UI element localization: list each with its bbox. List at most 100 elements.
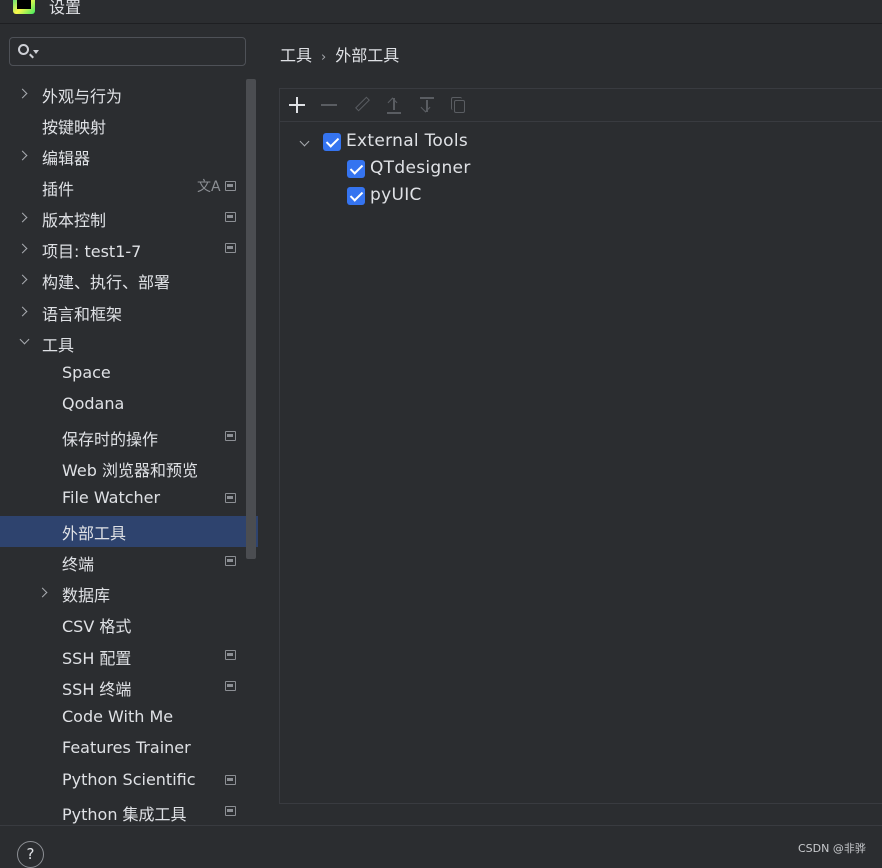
project-level-icon bbox=[225, 806, 236, 816]
breadcrumb-current: 外部工具 bbox=[335, 46, 400, 65]
add-icon[interactable] bbox=[287, 95, 307, 115]
window-title: 设置 bbox=[49, 0, 82, 17]
sidebar-item-ssh-config[interactable]: SSH 配置 bbox=[0, 641, 258, 672]
sidebar-item-external-tools[interactable]: 外部工具 bbox=[0, 516, 258, 547]
sidebar-item-actions-on-save[interactable]: 保存时的操作 bbox=[0, 422, 258, 453]
search-box[interactable] bbox=[9, 37, 246, 66]
search-input[interactable] bbox=[44, 41, 243, 63]
pyuic-checkbox[interactable] bbox=[347, 187, 365, 205]
sidebar-item-ssh-terminal[interactable]: SSH 终端 bbox=[0, 672, 258, 703]
sidebar-item-label: 数据库 bbox=[62, 586, 111, 605]
search-icon[interactable] bbox=[18, 44, 29, 55]
sidebar-item-label: 版本控制 bbox=[42, 211, 107, 230]
remove-icon[interactable] bbox=[319, 95, 339, 115]
sidebar-item-plugins[interactable]: 插件 文A bbox=[0, 172, 258, 203]
sidebar-item-label: 项目: test1-7 bbox=[42, 242, 142, 261]
project-level-icon bbox=[225, 431, 236, 441]
sidebar-item-label: 按键映射 bbox=[42, 118, 107, 137]
project-level-icon bbox=[225, 243, 236, 253]
tool-item-label: pyUIC bbox=[370, 185, 422, 205]
sidebar-item-python-integrated-tools[interactable]: Python 集成工具 bbox=[0, 797, 258, 828]
sidebar-item-label: 外部工具 bbox=[62, 524, 127, 543]
sidebar-item-appearance[interactable]: 外观与行为 bbox=[0, 79, 258, 110]
translate-icon: 文A bbox=[197, 179, 221, 195]
sidebar-item-features-trainer[interactable]: Features Trainer bbox=[0, 734, 258, 765]
chevron-down-icon[interactable] bbox=[19, 334, 30, 345]
sidebar-item-label: Code With Me bbox=[62, 707, 174, 726]
project-level-icon bbox=[225, 556, 236, 566]
chevron-right-icon[interactable] bbox=[17, 212, 28, 223]
chevron-right-icon[interactable] bbox=[17, 274, 28, 285]
sidebar-item-label: File Watcher bbox=[62, 488, 161, 507]
sidebar-item-label: 语言和框架 bbox=[42, 305, 123, 324]
sidebar-item-terminal[interactable]: 终端 bbox=[0, 547, 258, 578]
sidebar-item-python-scientific[interactable]: Python Scientific bbox=[0, 766, 258, 797]
external-tools-panel: External Tools QTdesigner pyUIC bbox=[279, 88, 882, 804]
sidebar-item-qodana[interactable]: Qodana bbox=[0, 390, 258, 421]
sidebar-item-label: Web 浏览器和预览 bbox=[62, 461, 198, 480]
bottom-bar: ? CSDN @非骅 bbox=[0, 825, 882, 868]
sidebar-item-label: 保存时的操作 bbox=[62, 430, 159, 449]
tool-group-label: External Tools bbox=[346, 131, 469, 151]
tool-item-label: QTdesigner bbox=[370, 158, 471, 178]
project-level-icon bbox=[225, 181, 236, 191]
sidebar-item-web-browsers[interactable]: Web 浏览器和预览 bbox=[0, 453, 258, 484]
chevron-right-icon[interactable] bbox=[17, 243, 28, 254]
title-bar: 设置 bbox=[0, 0, 882, 24]
breadcrumb-separator-icon: › bbox=[321, 50, 327, 65]
sidebar-item-label: 编辑器 bbox=[42, 149, 91, 168]
sidebar-item-label: Features Trainer bbox=[62, 738, 191, 757]
external-tools-checkbox[interactable] bbox=[323, 133, 341, 151]
sidebar-item-label: 构建、执行、部署 bbox=[42, 273, 171, 292]
project-level-icon bbox=[225, 493, 236, 503]
sidebar-item-editor[interactable]: 编辑器 bbox=[0, 141, 258, 172]
sidebar-item-label: 插件 bbox=[42, 180, 75, 199]
sidebar-item-label: 外观与行为 bbox=[42, 87, 123, 106]
sidebar-item-project[interactable]: 项目: test1-7 bbox=[0, 234, 258, 265]
sidebar-item-languages[interactable]: 语言和框架 bbox=[0, 297, 258, 328]
sidebar-item-keymap[interactable]: 按键映射 bbox=[0, 110, 258, 141]
search-options-chevron-icon[interactable] bbox=[33, 50, 39, 54]
sidebar-item-file-watcher[interactable]: File Watcher bbox=[0, 484, 258, 515]
project-level-icon bbox=[225, 650, 236, 660]
chevron-right-icon[interactable] bbox=[17, 88, 28, 99]
sidebar-scrollbar[interactable] bbox=[246, 79, 256, 559]
sidebar-item-label: CSV 格式 bbox=[62, 617, 132, 636]
qtdesigner-checkbox[interactable] bbox=[347, 160, 365, 178]
sidebar-item-build[interactable]: 构建、执行、部署 bbox=[0, 265, 258, 296]
settings-sidebar: 外观与行为 按键映射 编辑器 插件 文A 版本控制 项目: test1-7 构建… bbox=[0, 24, 258, 825]
watermark: CSDN @非骅 bbox=[798, 842, 866, 855]
tool-group-external-tools[interactable]: External Tools bbox=[299, 131, 601, 158]
sidebar-item-label: Space bbox=[62, 363, 111, 382]
project-level-icon bbox=[225, 212, 236, 222]
sidebar-item-label: SSH 配置 bbox=[62, 649, 132, 668]
help-button[interactable]: ? bbox=[17, 841, 44, 868]
sidebar-item-space[interactable]: Space bbox=[0, 359, 258, 390]
breadcrumb: 工具 › 外部工具 bbox=[280, 42, 399, 66]
sidebar-item-csv[interactable]: CSV 格式 bbox=[0, 609, 258, 640]
sidebar-item-label: 工具 bbox=[42, 336, 75, 355]
sidebar-item-tools[interactable]: 工具 bbox=[0, 328, 258, 359]
tools-toolbar bbox=[280, 89, 882, 122]
pycharm-logo-icon bbox=[13, 0, 35, 14]
move-up-icon[interactable] bbox=[384, 95, 404, 115]
chevron-right-icon[interactable] bbox=[37, 587, 48, 598]
tool-item-qtdesigner[interactable]: QTdesigner bbox=[301, 158, 601, 185]
sidebar-item-label: Python 集成工具 bbox=[62, 805, 187, 824]
sidebar-item-label: Python Scientific bbox=[62, 770, 196, 789]
sidebar-item-label: SSH 终端 bbox=[62, 680, 132, 699]
sidebar-item-label: 终端 bbox=[62, 555, 95, 574]
chevron-right-icon[interactable] bbox=[17, 306, 28, 317]
sidebar-item-code-with-me[interactable]: Code With Me bbox=[0, 703, 258, 734]
move-down-icon[interactable] bbox=[417, 95, 437, 115]
sidebar-item-database[interactable]: 数据库 bbox=[0, 578, 258, 609]
tool-item-pyuic[interactable]: pyUIC bbox=[301, 185, 601, 212]
project-level-icon bbox=[225, 775, 236, 785]
edit-icon[interactable] bbox=[352, 95, 372, 115]
sidebar-item-label: Qodana bbox=[62, 394, 125, 413]
copy-icon[interactable] bbox=[449, 95, 469, 115]
chevron-down-icon[interactable] bbox=[299, 136, 310, 147]
chevron-right-icon[interactable] bbox=[17, 150, 28, 161]
sidebar-item-vcs[interactable]: 版本控制 bbox=[0, 203, 258, 234]
breadcrumb-parent[interactable]: 工具 bbox=[280, 46, 312, 65]
